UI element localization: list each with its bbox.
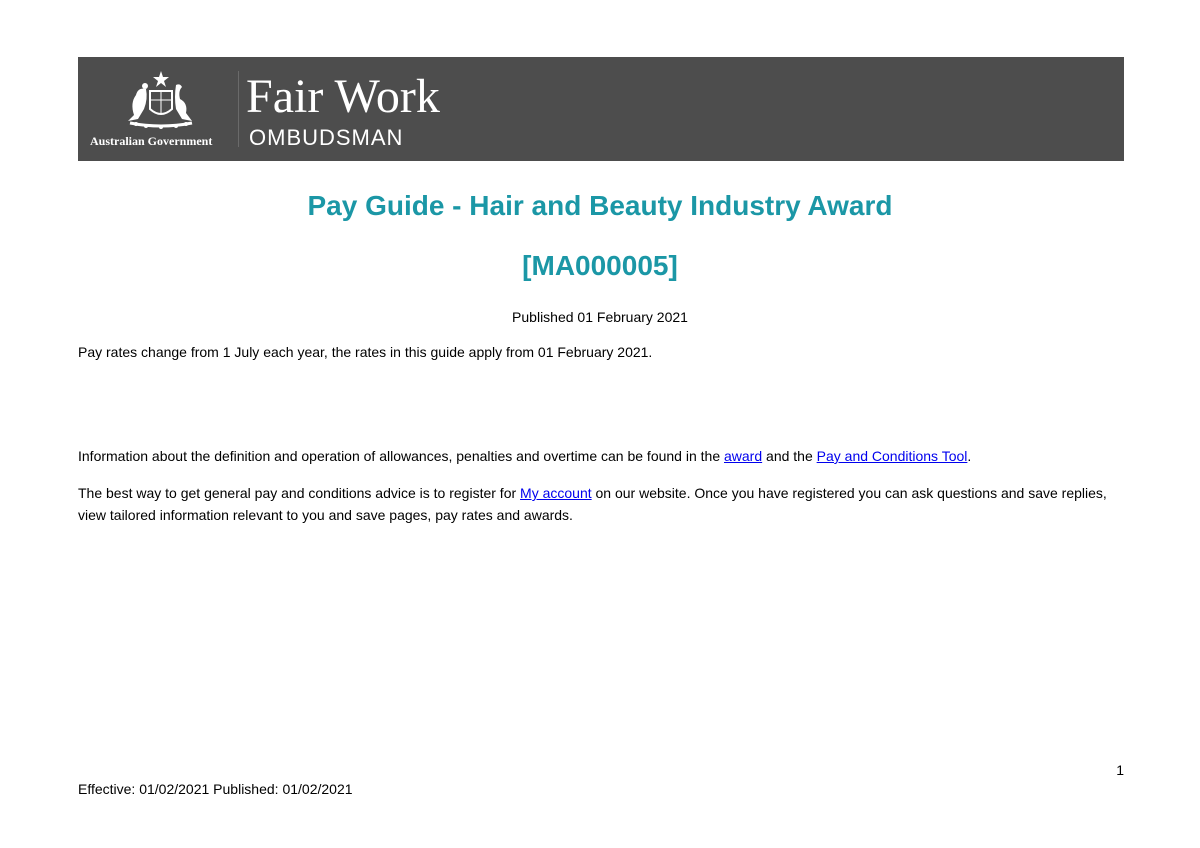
advice-text-before: The best way to get general pay and cond…	[78, 485, 521, 501]
award-code: [MA000005]	[522, 250, 678, 281]
page-number: 1	[1116, 762, 1124, 778]
header-banner: Australian Government Fair Work OMBUDSMA…	[78, 57, 1124, 161]
award-link[interactable]: award	[724, 448, 762, 464]
brand-subtitle: OMBUDSMAN	[249, 125, 404, 150]
footer-dates: Effective: 01/02/2021 Published: 01/02/2…	[78, 781, 353, 797]
information-paragraph: Information about the definition and ope…	[78, 445, 1124, 467]
pay-rates-paragraph: Pay rates change from 1 July each year, …	[78, 344, 653, 360]
advice-paragraph: The best way to get general pay and cond…	[78, 482, 1124, 526]
my-account-link[interactable]: My account	[520, 485, 592, 501]
published-date: Published 01 February 2021	[512, 309, 688, 325]
banner-divider	[238, 71, 239, 147]
information-text-after: .	[967, 448, 972, 464]
coat-of-arms-icon	[128, 71, 193, 129]
page-title: Pay Guide - Hair and Beauty Industry Awa…	[307, 190, 893, 221]
brand-name: Fair Work	[246, 70, 440, 123]
government-label: Australian Government	[90, 134, 213, 148]
information-text-before: Information about the definition and ope…	[78, 448, 724, 464]
information-text-middle: and the	[762, 448, 817, 464]
pay-and-conditions-tool-link[interactable]: Pay and Conditions Tool	[817, 448, 968, 464]
